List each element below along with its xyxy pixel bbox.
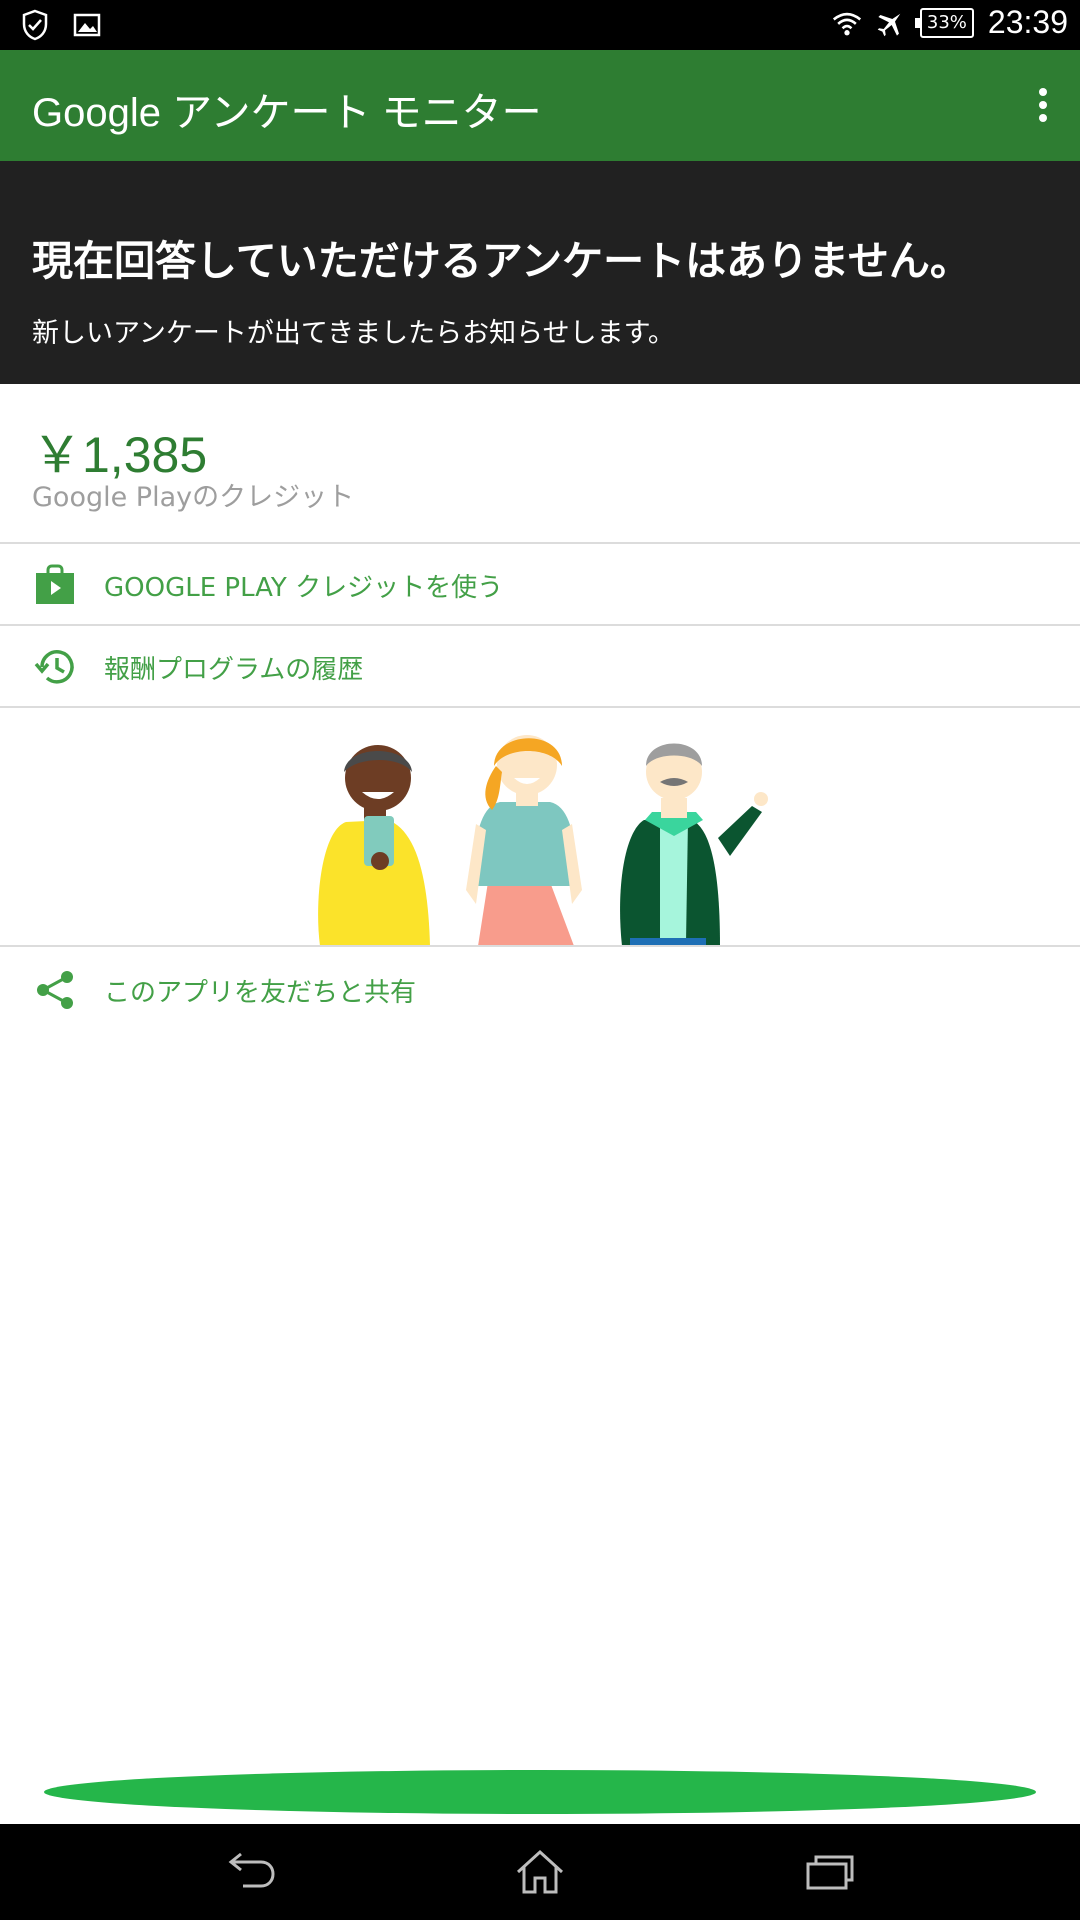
credit-label: Google Playのクレジット bbox=[32, 482, 355, 513]
history-icon bbox=[32, 644, 78, 690]
use-credit-label: GOOGLE PLAY クレジットを使う bbox=[104, 572, 504, 603]
shield-check-icon bbox=[20, 8, 50, 42]
home-icon[interactable] bbox=[510, 1844, 570, 1900]
airplane-icon bbox=[876, 6, 906, 40]
share-icon bbox=[32, 967, 78, 1013]
app-bar: Google アンケート モニター bbox=[0, 50, 1080, 161]
divider bbox=[0, 542, 1080, 544]
share-app-row[interactable]: このアプリを友だちと共有 bbox=[0, 950, 1080, 1030]
banner-headline: 現在回答していただけるアンケートはありません。 bbox=[32, 237, 971, 285]
clock: 23:39 bbox=[987, 4, 1068, 40]
more-vert-icon[interactable] bbox=[1028, 84, 1058, 128]
divider bbox=[0, 624, 1080, 626]
battery-icon: 33% bbox=[914, 7, 974, 38]
divider bbox=[0, 706, 1080, 708]
status-bar: 33% 23:39 bbox=[0, 0, 1080, 50]
navigation-bar bbox=[0, 1824, 1080, 1920]
use-credit-row[interactable]: GOOGLE PLAY クレジットを使う bbox=[0, 545, 1080, 625]
recents-icon[interactable] bbox=[800, 1844, 860, 1900]
people-illustration bbox=[300, 720, 800, 946]
divider bbox=[0, 945, 1080, 947]
image-icon bbox=[72, 8, 102, 42]
app-title: Google アンケート モニター bbox=[32, 91, 542, 135]
back-icon[interactable] bbox=[220, 1844, 280, 1900]
reward-history-row[interactable]: 報酬プログラムの履歴 bbox=[0, 627, 1080, 707]
play-store-bag-icon bbox=[32, 562, 78, 608]
no-survey-banner: 現在回答していただけるアンケートはありません。 新しいアンケートが出てきましたら… bbox=[0, 161, 1080, 384]
banner-subtext: 新しいアンケートが出てきましたらお知らせします。 bbox=[32, 318, 675, 349]
battery-level: 33% bbox=[926, 12, 967, 33]
action-bar[interactable] bbox=[44, 1770, 1036, 1814]
history-label: 報酬プログラムの履歴 bbox=[104, 654, 364, 685]
share-label: このアプリを友だちと共有 bbox=[104, 977, 417, 1008]
wifi-icon bbox=[832, 6, 862, 40]
